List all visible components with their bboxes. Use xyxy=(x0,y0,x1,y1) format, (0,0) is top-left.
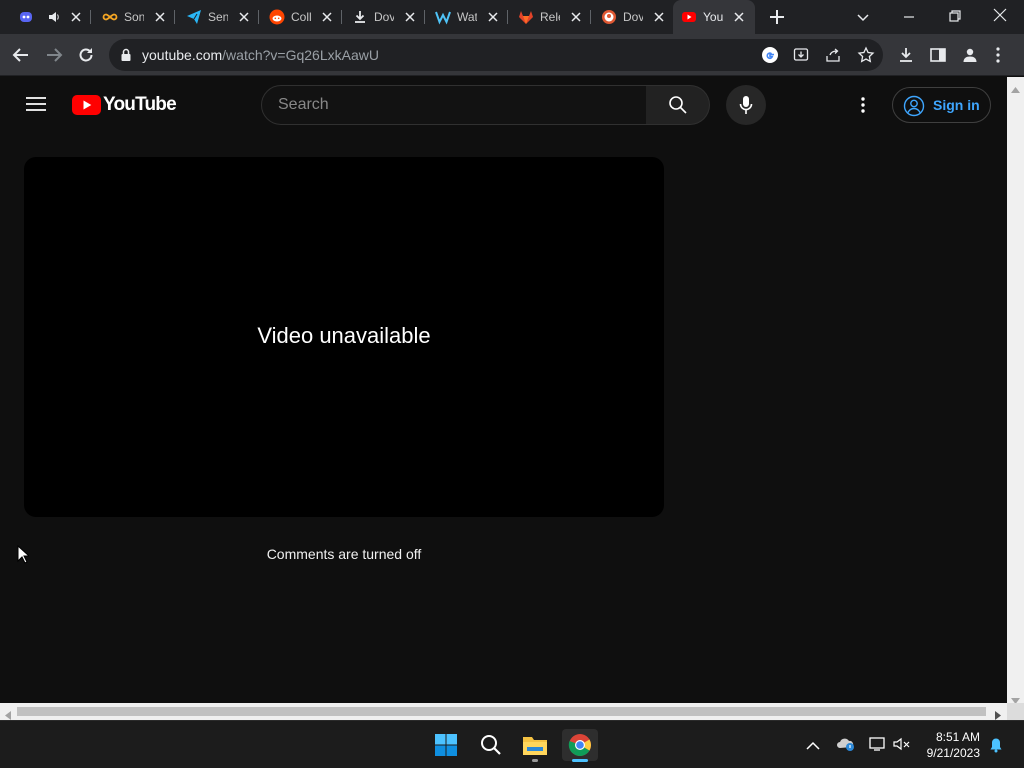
volume-muted-icon[interactable] xyxy=(893,736,911,757)
search-button[interactable] xyxy=(646,85,710,125)
tab-close-icon[interactable] xyxy=(651,9,667,25)
search-icon xyxy=(668,96,687,114)
restore-icon[interactable] xyxy=(947,8,963,29)
url-host: youtube.com xyxy=(142,47,223,63)
telegram-icon xyxy=(186,9,202,25)
tab-label: Son xyxy=(124,10,144,24)
file-explorer-icon[interactable] xyxy=(519,729,551,762)
download-icon xyxy=(352,9,368,25)
clock-time[interactable]: 8:51 AM xyxy=(920,730,980,744)
tab-label: Wat xyxy=(457,10,477,24)
youtube-play-logo-icon xyxy=(72,95,101,115)
url-path: /watch?v=Gq26LxkAawU xyxy=(222,47,379,63)
search-box xyxy=(261,85,647,125)
close-window-icon[interactable] xyxy=(992,7,1008,28)
tab-label: Coll xyxy=(291,10,311,24)
tab-label: Dov xyxy=(623,10,643,24)
tab-label: Dov xyxy=(374,10,394,24)
browser-tab-strip: Son Sen Coll Dov Wat Rel Dov You xyxy=(0,0,1024,34)
speaker-icon[interactable] xyxy=(48,9,60,28)
onedrive-icon[interactable] xyxy=(836,736,856,757)
clock-date[interactable]: 9/21/2023 xyxy=(910,746,980,760)
browser-tab-6[interactable]: Wat xyxy=(435,0,501,34)
bookmark-star-icon[interactable] xyxy=(857,46,875,69)
voice-search-button[interactable] xyxy=(726,85,766,125)
network-icon[interactable] xyxy=(868,736,886,757)
browser-tab-7[interactable]: Rele xyxy=(518,0,584,34)
browser-tab-active[interactable]: YouT xyxy=(673,0,755,34)
search-input[interactable] xyxy=(262,86,646,124)
tab-close-icon[interactable] xyxy=(236,9,252,25)
gitlab-icon xyxy=(518,9,534,25)
video-player[interactable]: Video unavailable xyxy=(24,157,664,517)
browser-tab-1[interactable] xyxy=(18,0,84,34)
browser-menu-icon[interactable] xyxy=(995,46,1001,69)
account-circle-icon xyxy=(903,95,925,117)
downloads-icon[interactable] xyxy=(897,46,915,69)
notification-bell-icon[interactable] xyxy=(988,737,1004,758)
scrollbar-corner xyxy=(1007,703,1024,720)
reddit-icon xyxy=(269,9,285,25)
hamburger-menu-icon[interactable] xyxy=(26,96,46,117)
microphone-icon xyxy=(739,96,753,114)
url-text[interactable]: youtube.com/watch?v=Gq26LxkAawU xyxy=(142,47,379,63)
tab-close-icon[interactable] xyxy=(319,9,335,25)
minimize-icon[interactable] xyxy=(901,9,917,30)
search-icon[interactable] xyxy=(475,729,507,761)
windows-taskbar: 8:51 AM 9/21/2023 xyxy=(0,720,1024,768)
sign-in-label: Sign in xyxy=(933,97,980,113)
tab-close-icon[interactable] xyxy=(731,9,747,25)
vertical-scrollbar[interactable] xyxy=(1007,77,1024,704)
reload-icon[interactable] xyxy=(77,46,95,69)
forward-icon[interactable] xyxy=(45,46,63,69)
sign-in-button[interactable]: Sign in xyxy=(892,87,991,123)
browser-tab-4[interactable]: Coll xyxy=(269,0,335,34)
tab-close-icon[interactable] xyxy=(568,9,584,25)
mouse-cursor-icon xyxy=(17,544,31,570)
browser-tab-3[interactable]: Sen xyxy=(186,0,252,34)
horizontal-scroll-thumb[interactable] xyxy=(17,707,986,716)
tab-search-icon[interactable] xyxy=(855,9,871,30)
discord-like-icon xyxy=(18,9,34,25)
back-icon[interactable] xyxy=(12,46,30,69)
side-panel-icon[interactable] xyxy=(929,46,947,69)
tab-close-icon[interactable] xyxy=(152,9,168,25)
video-unavailable-message: Video unavailable xyxy=(257,323,431,348)
profile-icon[interactable] xyxy=(961,46,979,69)
horizontal-scrollbar[interactable] xyxy=(0,703,1007,720)
settings-more-icon[interactable] xyxy=(860,96,866,119)
comments-status: Comments are turned off xyxy=(266,546,422,562)
youtube-logo-text: YouTube xyxy=(103,94,177,115)
tab-close-icon[interactable] xyxy=(485,9,501,25)
youtube-page: YouTube Sign in Video unavailable Commen… xyxy=(0,77,1007,703)
tab-close-icon[interactable] xyxy=(402,9,418,25)
lock-icon[interactable] xyxy=(120,47,132,68)
install-app-icon[interactable] xyxy=(793,47,809,68)
browser-tab-5[interactable]: Dov xyxy=(352,0,418,34)
browser-toolbar: youtube.com/watch?v=Gq26LxkAawU xyxy=(0,34,1024,76)
share-icon[interactable] xyxy=(825,47,841,68)
youtube-icon xyxy=(681,9,697,25)
browser-tab-8[interactable]: Dov xyxy=(601,0,667,34)
chevron-up-icon[interactable] xyxy=(806,738,820,756)
tab-label: Rele xyxy=(540,10,560,24)
google-lens-icon[interactable] xyxy=(761,46,779,69)
tab-close-icon[interactable] xyxy=(68,9,84,25)
browser-tab-2[interactable]: Son xyxy=(102,0,168,34)
chrome-icon[interactable] xyxy=(562,729,598,762)
address-bar[interactable]: youtube.com/watch?v=Gq26LxkAawU xyxy=(109,39,883,71)
windows-start-icon[interactable] xyxy=(430,729,462,761)
new-tab-icon[interactable] xyxy=(768,8,786,31)
duckduckgo-icon xyxy=(601,9,617,25)
tab-label: Sen xyxy=(208,10,228,24)
tab-label: YouT xyxy=(703,10,723,24)
w-logo-icon xyxy=(435,9,451,25)
infinity-icon xyxy=(102,9,118,25)
scroll-up-arrow-icon[interactable] xyxy=(1011,80,1020,98)
